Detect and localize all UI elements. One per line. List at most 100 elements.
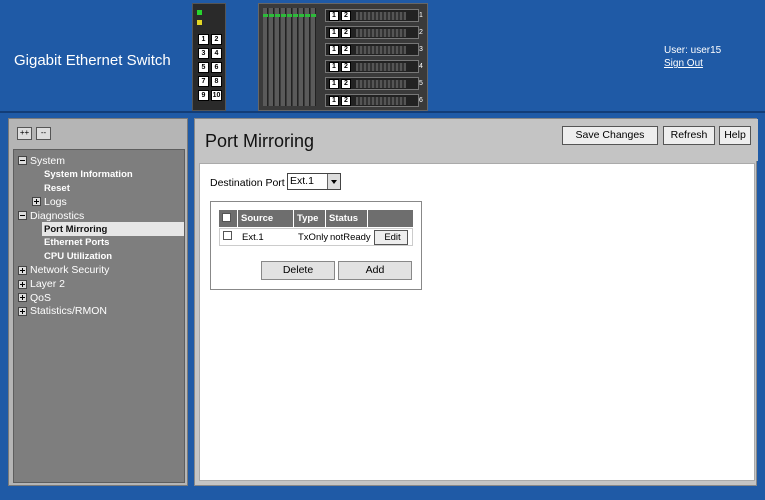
nav-item-label: Port Mirroring	[44, 223, 108, 235]
port-icon: 6	[211, 62, 222, 73]
nav-item-diagnostics[interactable]: Diagnostics	[14, 209, 184, 223]
bay-slot	[356, 97, 406, 105]
blade-icon	[299, 8, 304, 106]
expand-icon[interactable]	[18, 265, 27, 275]
expand-all-button[interactable]: ++	[17, 127, 32, 140]
refresh-button[interactable]: Refresh	[663, 126, 715, 145]
column-header-status: Status	[326, 210, 368, 227]
edit-button[interactable]: Edit	[374, 229, 408, 245]
nav-item-logs[interactable]: Logs	[14, 195, 184, 209]
nav-item-label: Network Security	[30, 264, 110, 277]
blade-slots	[263, 8, 317, 106]
chevron-down-icon	[327, 174, 340, 189]
nav-item-network-security[interactable]: Network Security	[14, 264, 184, 278]
port-pair: 34	[198, 48, 222, 59]
app-header: Gigabit Ethernet Switch 1 2 3 4 5 6 7 8 9 10 1211…	[0, 0, 765, 113]
nav-item-label: Statistics/RMON	[30, 305, 108, 318]
nav-item-cpu-utilization[interactable]: CPU Utilization	[14, 250, 184, 264]
mirror-sessions-box: Source Port Type Status Ext.1 TxOnly not…	[210, 201, 422, 290]
bay-number-label: 5	[419, 80, 423, 87]
expand-icon[interactable]	[18, 293, 27, 303]
bay-port-icon: 1	[329, 45, 339, 55]
user-label: User: user15	[664, 45, 722, 56]
bay-slot	[356, 12, 406, 20]
port-pair: 12	[198, 34, 222, 45]
nav-item-qos[interactable]: QoS	[14, 291, 184, 305]
chassis-graphic: 121122123124125126	[258, 3, 428, 111]
bay-port-icon: 2	[341, 45, 351, 55]
nav-item-label: System Information	[44, 169, 133, 181]
row-checkbox[interactable]	[223, 231, 232, 240]
port-pair: 78	[198, 76, 222, 87]
nav-item-system-information[interactable]: System Information	[14, 168, 184, 182]
expand-icon[interactable]	[18, 306, 27, 316]
bay-port-icon: 2	[341, 62, 351, 72]
bay-slot	[356, 29, 406, 37]
collapse-icon[interactable]	[18, 211, 27, 221]
select-all-cell	[219, 210, 238, 227]
table-row: Ext.1 TxOnly notReady Edit	[219, 228, 413, 246]
blade-led-icon	[293, 14, 298, 17]
nav-item-label: Reset	[44, 182, 70, 194]
nav-item-statistics-rmon[interactable]: Statistics/RMON	[14, 305, 184, 319]
blade-led-icon	[263, 14, 268, 17]
blade-led-icon	[311, 14, 316, 17]
switch-ports: 1 2 3 4 5 6 7 8 9 10	[198, 34, 222, 104]
help-button[interactable]: Help	[719, 126, 751, 145]
nav-item-label: Diagnostics	[30, 209, 85, 222]
sign-out-link[interactable]: Sign Out	[664, 57, 721, 70]
add-button[interactable]: Add	[338, 261, 412, 280]
switch-module-graphic: 1 2 3 4 5 6 7 8 9 10	[192, 3, 226, 111]
destination-port-select[interactable]: Ext.1	[287, 173, 341, 190]
collapse-all-button[interactable]: --	[36, 127, 51, 140]
nav-item-layer-2[interactable]: Layer 2	[14, 277, 184, 291]
column-header-type: Type	[294, 210, 326, 227]
column-header-action	[368, 210, 413, 227]
blade-led-icon	[281, 14, 286, 17]
nav-item-ethernet-ports[interactable]: Ethernet Ports	[14, 236, 184, 250]
nav-item-reset[interactable]: Reset	[14, 181, 184, 195]
app-title: Gigabit Ethernet Switch	[14, 52, 171, 69]
delete-button[interactable]: Delete	[261, 261, 335, 280]
blade-icon	[269, 8, 274, 106]
select-all-checkbox[interactable]	[222, 213, 231, 222]
nav-item-label: Layer 2	[30, 278, 66, 291]
bay: 12	[325, 94, 419, 107]
content-area: Destination Port Ext.1 Source Port Type …	[199, 163, 755, 481]
nav-panel: ++ -- System System Information Reset Logs D…	[8, 118, 188, 486]
bay-number-label: 3	[419, 46, 423, 53]
user-info: User: user15 Sign Out	[664, 44, 721, 70]
yellow-led-icon	[197, 20, 202, 25]
bay-number-label: 6	[419, 97, 423, 104]
port-icon: 3	[198, 48, 209, 59]
collapse-icon[interactable]	[18, 156, 27, 166]
nav-item-system[interactable]: System	[14, 154, 184, 168]
nav-item-label: QoS	[30, 291, 52, 304]
nav-item-label: Ethernet Ports	[44, 237, 110, 249]
nav-item-label: System	[30, 154, 66, 167]
port-icon: 4	[211, 48, 222, 59]
column-header-source-port: Source Port	[238, 210, 294, 241]
bay-slot	[356, 63, 406, 71]
port-icon: 2	[211, 34, 222, 45]
port-icon: 5	[198, 62, 209, 73]
expand-icon[interactable]	[32, 197, 41, 207]
save-changes-button[interactable]: Save Changes	[562, 126, 658, 145]
port-icon: 7	[198, 76, 209, 87]
bay-port-icon: 1	[329, 79, 339, 89]
port-icon: 1	[198, 34, 209, 45]
nav-item-label: Logs	[44, 195, 67, 208]
port-pair: 56	[198, 62, 222, 73]
bay-port-icon: 2	[341, 28, 351, 38]
bay-number-label: 4	[419, 63, 423, 70]
blade-led-icon	[275, 14, 280, 17]
nav-item-port-mirroring[interactable]: Port Mirroring	[42, 222, 184, 237]
expand-icon[interactable]	[18, 279, 27, 289]
blade-led-icon	[287, 14, 292, 17]
bay-number-label: 1	[419, 12, 423, 19]
bay-port-icon: 1	[329, 96, 339, 106]
blade-led-icon	[305, 14, 310, 17]
blade-icon	[311, 8, 316, 106]
blade-led-icon	[299, 14, 304, 17]
bay-port-icon: 2	[341, 96, 351, 106]
